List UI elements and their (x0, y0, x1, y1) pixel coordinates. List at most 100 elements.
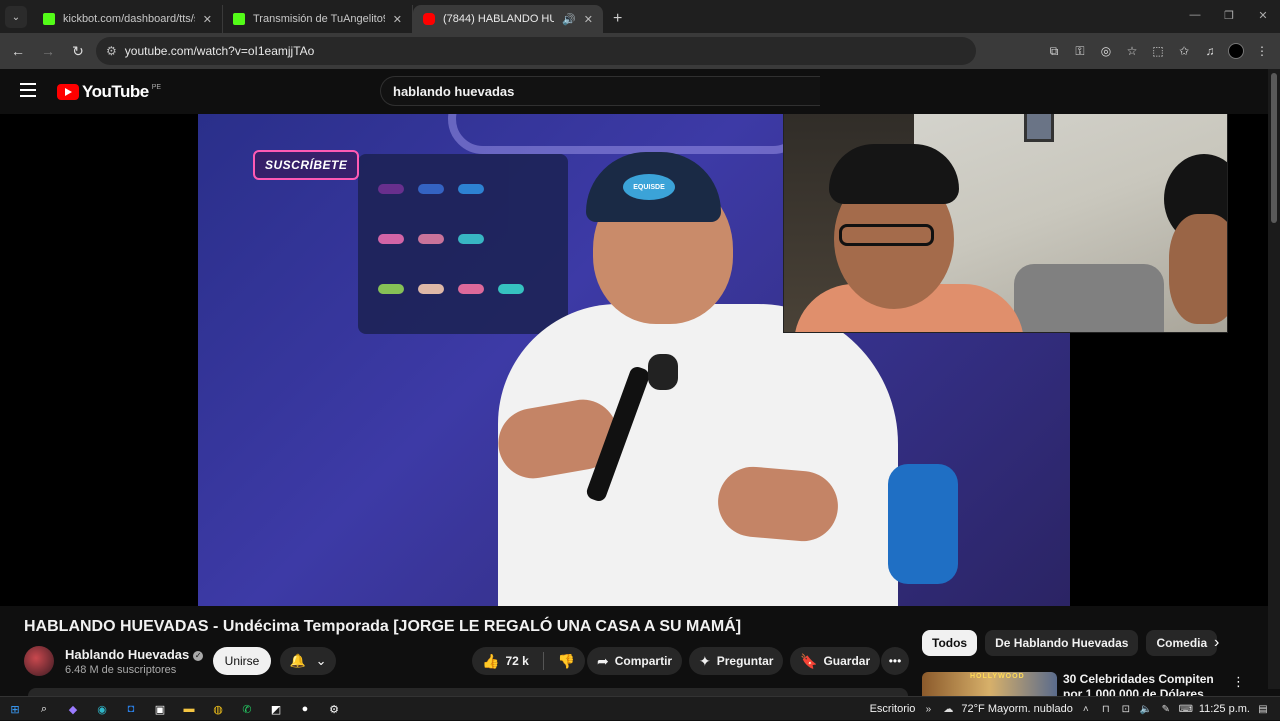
webcam-overlay (783, 114, 1228, 333)
menu-dots-icon[interactable]: ⋮ (1254, 43, 1270, 59)
dislike-icon[interactable]: 👎 (558, 653, 575, 670)
outlook-icon[interactable]: ◘ (122, 700, 140, 718)
extensions-icon[interactable]: ⬚ (1150, 43, 1166, 59)
scrollbar-thumb[interactable] (1271, 73, 1277, 223)
save-button[interactable]: 🔖 Guardar (790, 647, 881, 675)
password-key-icon[interactable]: ⚿ (1072, 43, 1088, 59)
usb-icon[interactable]: ⊓ (1099, 702, 1113, 716)
verified-icon: ✓ (193, 650, 204, 661)
close-icon[interactable]: ✕ (203, 13, 212, 26)
hamburger-menu-icon[interactable] (20, 83, 36, 97)
restore-icon[interactable]: ❐ (1212, 0, 1246, 30)
recommendation-thumbnail[interactable]: HOLLYWOOD (922, 672, 1057, 696)
join-button[interactable]: Unirse (213, 647, 271, 675)
tab-youtube[interactable]: (7844) HABLANDO HUEVADAS 🔊 ✕ (413, 5, 603, 33)
new-tab-button[interactable]: + (613, 10, 622, 28)
search-input[interactable]: hablando huevadas (380, 76, 820, 106)
forward-icon[interactable]: → (34, 37, 62, 65)
tab-kickbot[interactable]: kickbot.com/dashboard/tts/setti ✕ (33, 5, 223, 33)
channel-avatar[interactable] (24, 646, 54, 676)
chevron-right-icon[interactable]: › (1214, 634, 1219, 652)
description-box[interactable] (28, 688, 908, 696)
kickbot-favicon-icon (43, 13, 55, 25)
file-explorer-icon[interactable]: ▬ (180, 700, 198, 718)
like-icon[interactable]: 👍 (482, 653, 499, 670)
recommendation-menu-icon[interactable]: ⋮ (1232, 674, 1245, 690)
edge-icon[interactable]: ◉ (93, 700, 111, 718)
background-light-stripe (448, 114, 808, 154)
network-icon[interactable]: ⊡ (1119, 702, 1133, 716)
weather-text[interactable]: 72°F Mayorm. nublado (961, 703, 1072, 715)
clock-time[interactable]: 11:25 p.m. (1199, 703, 1250, 715)
tab-kick-stream[interactable]: Transmisión de TuAngelito97 - ✕ (223, 5, 413, 33)
panel-light (418, 184, 444, 194)
favorites-icon[interactable]: ✩ (1176, 43, 1192, 59)
windows-start-icon[interactable]: ⊞ (6, 700, 24, 718)
speaker-icon[interactable]: 🔊 (562, 13, 576, 26)
streamer-glasses (839, 224, 934, 246)
tray-up-icon[interactable]: ˄ (1079, 702, 1093, 716)
chip-from-channel[interactable]: De Hablando Huevadas (985, 630, 1139, 656)
panel-light (458, 184, 484, 194)
channel-name[interactable]: Hablando Huevadas (65, 647, 189, 662)
back-icon[interactable]: ← (4, 37, 32, 65)
notifications-icon[interactable]: ▤ (1256, 702, 1270, 716)
install-app-icon[interactable]: ⧉ (1046, 43, 1062, 59)
search-icon[interactable]: ⌕ (35, 700, 53, 718)
panel-light (378, 234, 404, 244)
chip-all[interactable]: Todos (922, 630, 978, 656)
youtube-logo[interactable]: YouTube PE (57, 82, 161, 102)
video-player[interactable]: SUSCRÍBETE EQUISDE (0, 114, 1268, 606)
volume-icon[interactable]: 🔈 (1139, 702, 1153, 716)
address-bar[interactable]: ⚙ youtube.com/watch?v=oI1eamjjTAo (96, 37, 976, 65)
save-label: Guardar (823, 654, 871, 668)
youtube-favicon-icon (423, 13, 435, 25)
subscribe-overlay-badge: SUSCRÍBETE (253, 150, 360, 180)
video-title: HABLANDO HUEVADAS - Undécima Temporada [… (24, 618, 742, 635)
share-button[interactable]: ➦ Compartir (587, 647, 683, 675)
more-dots-icon: ••• (888, 654, 902, 668)
bookmark-icon: 🔖 (800, 652, 818, 669)
close-icon[interactable]: ✕ (393, 13, 402, 26)
whatsapp-icon[interactable]: ✆ (238, 700, 256, 718)
minimize-icon[interactable]: — (1178, 0, 1212, 30)
tab-search-icon[interactable]: ⌄ (5, 6, 27, 28)
tracking-eye-icon[interactable]: ◎ (1098, 43, 1114, 59)
divider (542, 652, 544, 670)
browser-tabbar: ⌄ kickbot.com/dashboard/tts/setti ✕ Tran… (0, 0, 1280, 33)
pen-icon[interactable]: ✎ (1159, 702, 1173, 716)
chevron-double-right-icon[interactable]: » (921, 702, 935, 716)
copilot-icon[interactable]: ◆ (64, 700, 82, 718)
cap-logo: EQUISDE (623, 174, 675, 200)
recommendation-title[interactable]: 30 Celebridades Compiten por 1.000.000 d… (1063, 672, 1228, 696)
desktop-label[interactable]: Escritorio (870, 703, 916, 715)
notification-bell-button[interactable]: 🔔 ⌄ (280, 647, 336, 675)
more-actions-button[interactable]: ••• (881, 647, 909, 675)
tab-title: kickbot.com/dashboard/tts/setti (63, 13, 195, 25)
page-scrollbar[interactable] (1268, 69, 1280, 689)
chevron-down-icon: ⌄ (315, 653, 327, 668)
profile-avatar[interactable] (1228, 43, 1244, 59)
sparkle-icon: ✦ (699, 652, 711, 669)
microphone-icon (648, 354, 678, 390)
channel-name-container[interactable]: Hablando Huevadas ✓ (65, 647, 204, 662)
kick-favicon-icon (233, 13, 245, 25)
youtube-play-icon (57, 84, 79, 100)
media-control-icon[interactable]: ♫ (1202, 43, 1218, 59)
keyboard-icon[interactable]: ⌨ (1179, 702, 1193, 716)
ask-button[interactable]: ✦ Preguntar (689, 647, 784, 675)
close-window-icon[interactable]: ✕ (1246, 0, 1280, 30)
chip-comedy[interactable]: Comedia (1146, 630, 1218, 656)
settings-icon[interactable]: ⚙ (325, 700, 343, 718)
store-icon[interactable]: ▣ (151, 700, 169, 718)
toolbar-icons: ⧉ ⚿ ◎ ☆ ⬚ ✩ ♫ ⋮ (1046, 33, 1270, 69)
app-icon[interactable]: ◩ (267, 700, 285, 718)
reload-icon[interactable]: ↻ (64, 37, 92, 65)
chrome-icon[interactable]: ◍ (209, 700, 227, 718)
obs-icon[interactable]: ● (296, 700, 314, 718)
close-icon[interactable]: ✕ (584, 13, 593, 26)
site-info-icon[interactable]: ⚙ (106, 44, 117, 58)
like-count[interactable]: 72 k (505, 654, 528, 668)
bookmark-star-icon[interactable]: ☆ (1124, 43, 1140, 59)
panel-light (378, 184, 404, 194)
